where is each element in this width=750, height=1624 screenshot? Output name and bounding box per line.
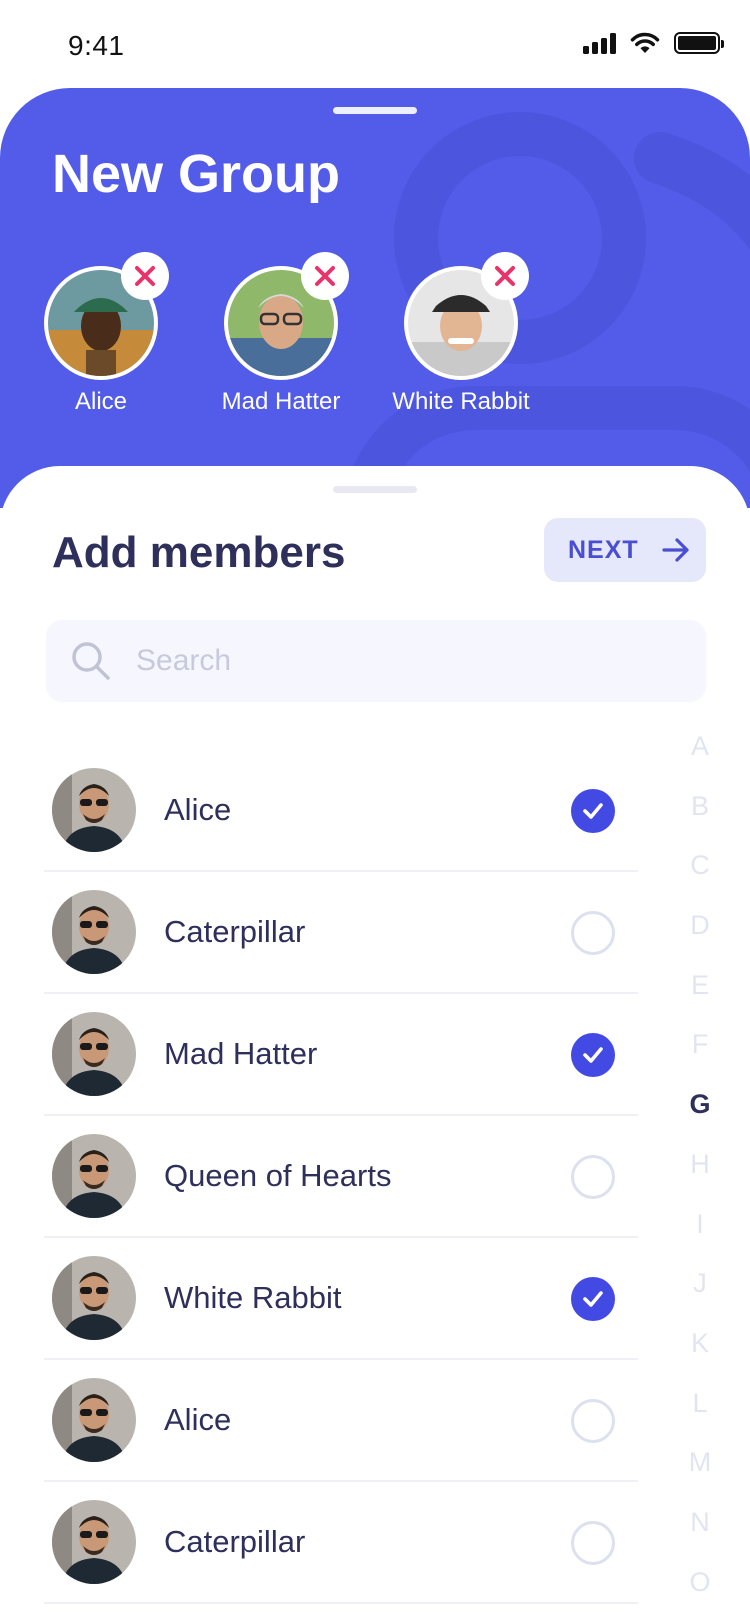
contact-row[interactable]: Queen of Hearts [44,1116,638,1238]
avatar [52,1012,136,1096]
alphabet-letter-b[interactable]: B [680,788,720,848]
search-icon [72,642,110,680]
status-time: 9:41 [68,30,125,61]
contact-list: Alice Caterpillar Mad Hatter Queen of Heart… [44,750,638,1604]
search-input[interactable] [136,644,636,678]
contact-name: Queen of Hearts [164,1158,392,1193]
alphabet-letter-k[interactable]: K [680,1325,720,1385]
remove-member-button[interactable] [481,252,529,300]
next-button-label: NEXT [568,535,639,564]
alphabet-letter-d[interactable]: D [680,907,720,967]
avatar [52,1256,136,1340]
avatar [52,768,136,852]
remove-member-button[interactable] [301,252,349,300]
sheet-grabber[interactable] [333,107,417,114]
checkbox-unchecked[interactable] [571,1521,615,1565]
arrow-right-icon [662,538,689,562]
page-title: New Group [52,144,341,204]
contact-name: Caterpillar [164,1524,306,1559]
close-icon [135,266,155,286]
alphabet-letter-a[interactable]: A [680,728,720,788]
alphabet-letter-f[interactable]: F [680,1026,720,1086]
section-title: Add members [52,528,346,577]
contact-row[interactable]: Alice [44,750,638,872]
checkbox-checked[interactable] [571,1277,615,1321]
alphabet-letter-h[interactable]: H [680,1146,720,1206]
new-group-header: New Group Alice Mad Hatter White Rabbit [0,88,750,508]
alphabet-letter-c[interactable]: C [680,847,720,907]
add-members-sheet: Add members NEXT Alice Caterpillar Mad Hat… [0,466,750,1624]
contact-name: White Rabbit [164,1280,342,1315]
contact-name: Alice [164,1402,232,1437]
avatar [52,890,136,974]
remove-member-button[interactable] [121,252,169,300]
checkbox-unchecked[interactable] [571,911,615,955]
wifi-icon [630,32,660,53]
close-icon [495,266,515,286]
avatar [52,1134,136,1218]
next-button[interactable]: NEXT [544,518,706,582]
alphabet-letter-n[interactable]: N [680,1504,720,1564]
selected-member-name: White Rabbit [392,388,530,415]
contact-row[interactable]: Caterpillar [44,1482,638,1604]
alphabet-letter-j[interactable]: J [680,1265,720,1325]
sheet-grabber[interactable] [333,486,417,493]
alphabet-letter-m[interactable]: M [680,1444,720,1504]
selected-member-name: Alice [74,388,128,415]
checkmark-icon [583,1291,603,1307]
checkbox-unchecked[interactable] [571,1155,615,1199]
checkbox-checked[interactable] [571,1033,615,1077]
alphabet-letter-e[interactable]: E [680,967,720,1027]
close-icon [315,266,335,286]
battery-icon [674,32,724,54]
avatar [52,1500,136,1584]
contact-name: Alice [164,792,232,827]
selected-member-name: Mad Hatter [221,388,341,415]
alphabet-letter-i[interactable]: I [680,1206,720,1266]
checkmark-icon [583,803,603,819]
checkbox-checked[interactable] [571,789,615,833]
checkmark-icon [583,1047,603,1063]
alphabet-letter-l[interactable]: L [680,1385,720,1445]
alphabet-letter-g[interactable]: G [680,1086,720,1146]
alphabet-index[interactable]: ABCDEFGHIJKLMNO [680,728,720,1623]
search-bar[interactable] [46,620,706,702]
contact-row[interactable]: Caterpillar [44,872,638,994]
contact-row[interactable]: Mad Hatter [44,994,638,1116]
alphabet-letter-o[interactable]: O [680,1564,720,1624]
avatar [52,1378,136,1462]
contact-name: Caterpillar [164,914,306,949]
contact-row[interactable]: White Rabbit [44,1238,638,1360]
contact-row[interactable]: Alice [44,1360,638,1482]
status-icons [583,32,724,54]
contact-name: Mad Hatter [164,1036,318,1071]
cellular-signal-icon [583,32,616,54]
status-bar: 9:41 [0,0,750,90]
checkbox-unchecked[interactable] [571,1399,615,1443]
